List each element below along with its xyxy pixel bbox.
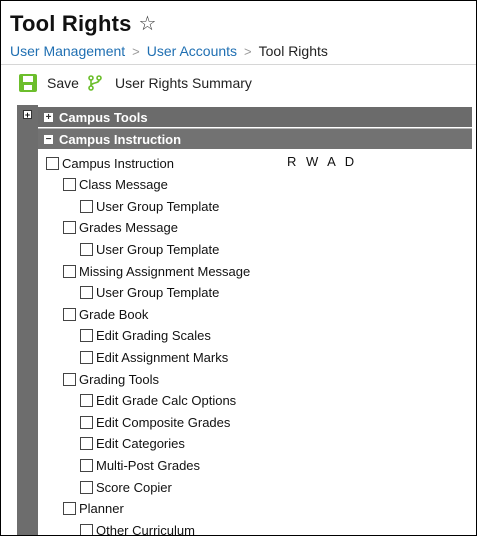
chevron-right-icon: > [244,43,252,59]
tree-item: Edit Grading Scales [80,327,211,345]
user-rights-summary-button[interactable]: User Rights Summary [86,74,252,92]
chevron-right-icon: > [132,43,140,59]
checkbox[interactable] [80,242,93,256]
checkbox[interactable] [80,458,93,472]
tree-item: Edit Assignment Marks [80,348,228,366]
branch-icon [88,75,102,91]
checkbox[interactable] [63,264,76,278]
save-label: Save [47,75,79,91]
left-rail: + [17,105,38,535]
tree-item: User Group Template [80,240,219,258]
save-icon [19,74,37,92]
category-label: Campus Instruction [59,131,182,147]
tree-item: Score Copier [80,478,172,496]
breadcrumb-current: Tool Rights [258,43,328,59]
tree-item: Grading Tools [63,370,159,388]
tree-item: Multi-Post Grades [80,456,200,474]
category-campus-tools[interactable]: + Campus Tools [38,107,472,127]
tree-item: Edit Grade Calc Options [80,392,236,410]
rights-tree: R W A D Campus Instruction Class Message U… [38,150,476,536]
checkbox[interactable] [80,350,93,364]
tree-item: Grades Message [63,219,178,237]
tree-item-label: Edit Composite Grades [96,414,231,430]
page-header: Tool Rights ☆ User Management > User Acc… [1,1,476,65]
tree-item: Campus Instruction [46,154,174,172]
checkbox[interactable] [80,480,93,494]
tree-item-label: Grades Message [79,220,178,236]
title-row: Tool Rights ☆ [10,11,156,37]
checkbox[interactable] [80,437,93,451]
category-label: Campus Tools [59,109,148,125]
tree-item-label: Missing Assignment Message [79,263,251,279]
tree-item-label: Other Curriculum [96,522,195,536]
tree-item: User Group Template [80,197,219,215]
expand-all-icon[interactable]: + [23,110,32,120]
toolbar: Save User Rights Summary [1,65,476,105]
checkbox[interactable] [63,178,76,192]
breadcrumb: User Management > User Accounts > Tool R… [10,43,328,59]
checkbox[interactable] [63,221,76,235]
checkbox[interactable] [46,156,59,170]
checkbox[interactable] [80,286,93,300]
tree-item: Edit Composite Grades [80,413,230,431]
tree-item-label: Edit Assignment Marks [96,349,229,365]
user-rights-summary-label: User Rights Summary [115,75,252,91]
tree-item-label: Edit Grade Calc Options [96,393,237,409]
checkbox[interactable] [63,307,76,321]
checkbox[interactable] [80,523,93,535]
tree-item-label: Multi-Post Grades [96,457,201,473]
checkbox[interactable] [80,329,93,343]
window-frame: Tool Rights ☆ User Management > User Acc… [0,0,477,536]
checkbox[interactable] [80,199,93,213]
tree-item-label: Planner [79,501,124,517]
tree-item-label: Grading Tools [79,371,159,387]
checkbox[interactable] [63,502,76,516]
checkbox[interactable] [80,394,93,408]
breadcrumb-user-accounts[interactable]: User Accounts [147,43,237,59]
category-campus-instruction[interactable]: − Campus Instruction [38,129,472,149]
breadcrumb-user-management[interactable]: User Management [10,43,125,59]
tree-item: Edit Categories [80,435,185,453]
tree-item-label: User Group Template [96,241,220,257]
checkbox[interactable] [80,415,93,429]
tree-item-label: User Group Template [96,285,220,301]
tree-item: Missing Assignment Message [63,262,250,280]
tree-item-label: Edit Grading Scales [96,328,211,344]
tree-item-label: Grade Book [79,306,149,322]
tree-item-label: Score Copier [96,479,172,495]
collapse-icon[interactable]: − [44,134,53,144]
checkbox[interactable] [63,372,76,386]
tree-item: Planner [63,500,124,518]
tree-item: User Group Template [80,284,219,302]
star-icon[interactable]: ☆ [139,14,157,34]
tree-item: Grade Book [63,305,148,323]
page-title: Tool Rights [10,11,132,36]
tree-item-label: Class Message [79,177,168,193]
tree-item: Other Curriculum [80,521,195,536]
rights-column-header: R W A D [287,154,355,169]
save-button[interactable]: Save [19,74,79,92]
expand-icon[interactable]: + [44,112,53,122]
tree-item: Class Message [63,176,168,194]
tree-item-label: User Group Template [96,198,220,214]
tree-item-label: Campus Instruction [62,155,174,171]
tree-item-label: Edit Categories [96,436,185,452]
